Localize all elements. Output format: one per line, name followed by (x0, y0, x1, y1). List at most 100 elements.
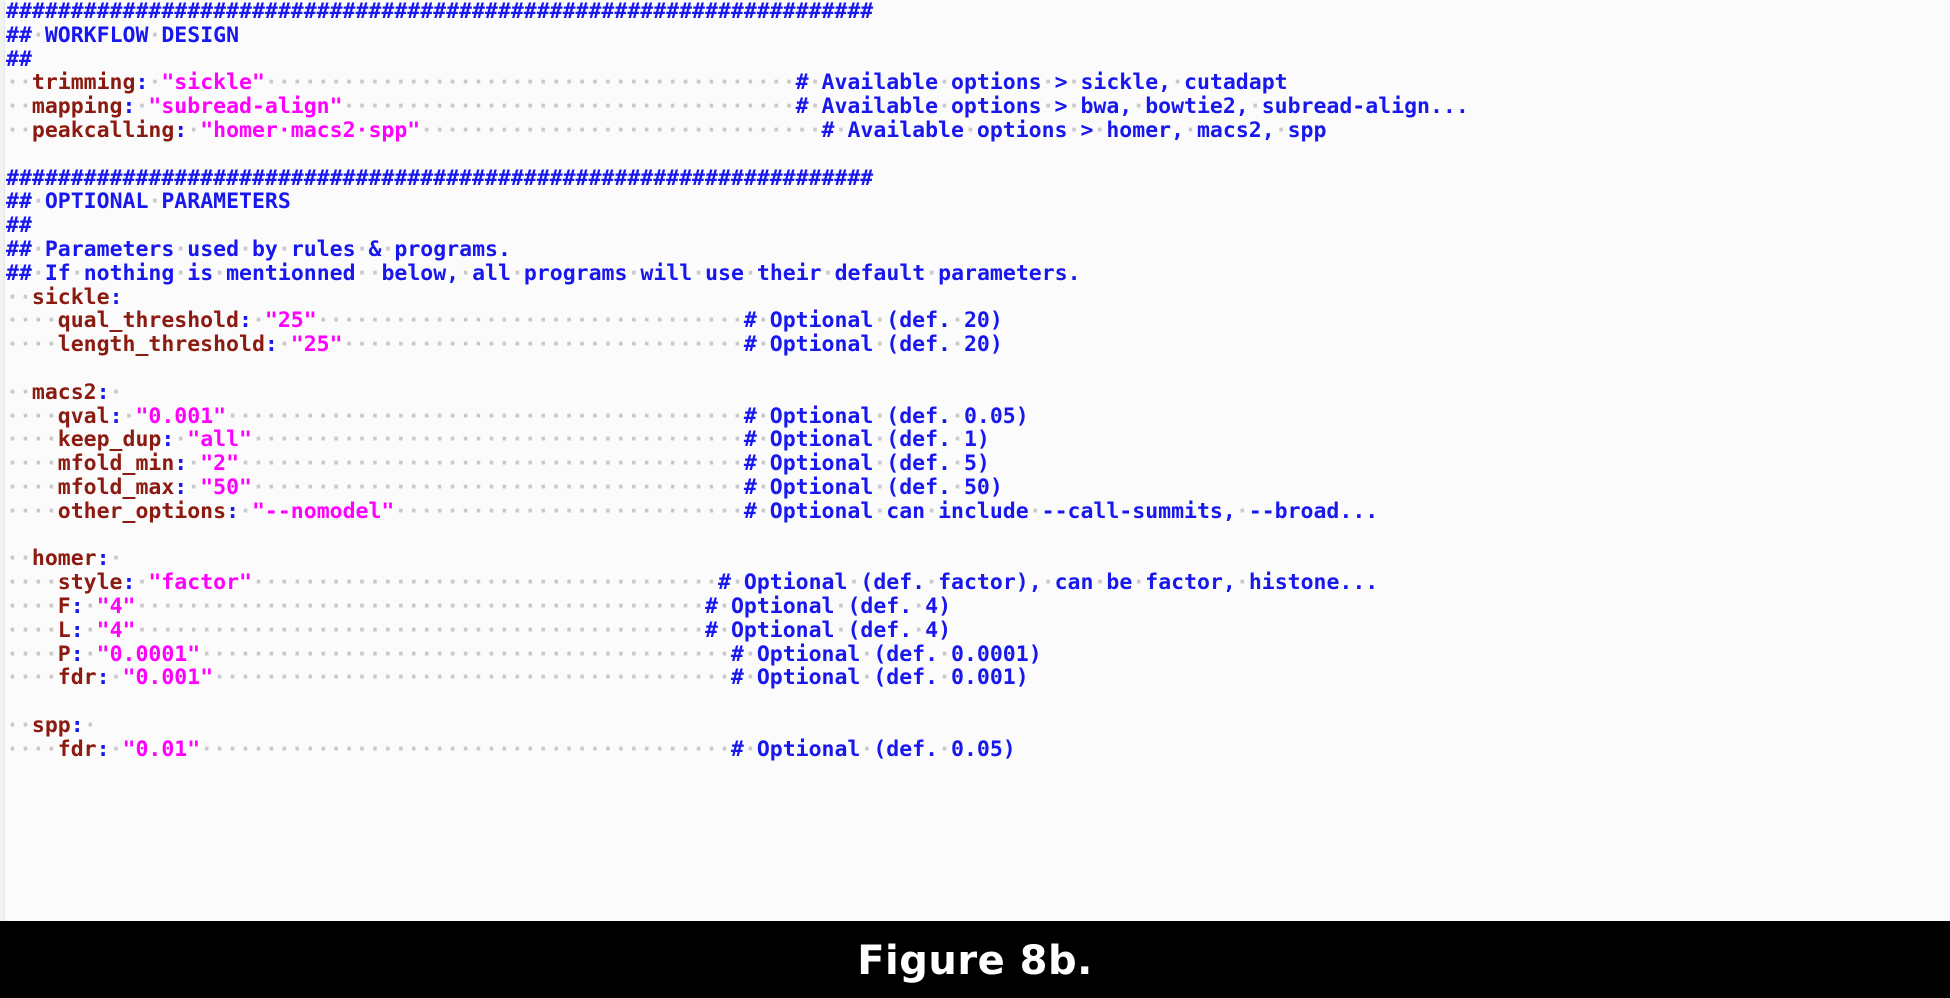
comment-token: OPTIONAL (44, 189, 149, 215)
code-line-workflow-design-header: ##·WORKFLOW·DESIGN (6, 22, 1469, 48)
whitespace-dots: · (174, 260, 188, 286)
colon-token: : (96, 546, 110, 572)
colon-token: : (109, 403, 123, 429)
comment-token: --broad... (1248, 498, 1379, 524)
comment-token: (def. (886, 403, 951, 429)
whitespace-dots: ···· (6, 498, 58, 524)
yaml-key-token: macs2 (31, 379, 97, 405)
yaml-key-token: mfold_max (57, 474, 175, 500)
whitespace-dots: · (1041, 70, 1055, 96)
comment-token: (def. (886, 308, 951, 334)
comment-token: used (187, 236, 240, 262)
whitespace-dots: ································· (316, 308, 744, 334)
whitespace-dots: · (1171, 70, 1185, 96)
colon-token: : (174, 117, 188, 143)
comment-token: # (705, 593, 718, 619)
yaml-key-token: P (57, 641, 71, 667)
whitespace-dots: · (873, 332, 887, 358)
whitespace-dots: ·· (6, 546, 32, 572)
comment-token: histone... (1248, 570, 1379, 596)
comment-token: # (730, 665, 744, 691)
comment-token: ## (6, 260, 32, 286)
code-editor-pane[interactable]: ########################################… (0, 0, 1950, 924)
comment-token: (def. (860, 570, 926, 596)
whitespace-dots: · (31, 22, 45, 48)
comment-token: # (717, 570, 731, 596)
whitespace-dots: · (1093, 117, 1107, 143)
whitespace-dots: · (31, 260, 45, 286)
whitespace-dots: · (1132, 570, 1146, 596)
comment-token: cutadapt (1184, 70, 1288, 96)
whitespace-dots: ·· (6, 712, 32, 738)
comment-token: options (950, 94, 1042, 120)
whitespace-dots: · (938, 736, 952, 762)
yaml-key-token: mfold_min (57, 451, 175, 477)
comment-token: below, (381, 260, 460, 286)
whitespace-dots: · (938, 665, 952, 691)
code-line-banner-2: ########################################… (6, 166, 1469, 191)
whitespace-dots: ········································… (264, 70, 796, 96)
yaml-key-token: sickle (31, 284, 110, 310)
comment-token: PARAMETERS (161, 189, 291, 215)
comment-token: be (1106, 570, 1133, 596)
whitespace-dots: ··································· (342, 94, 796, 120)
whitespace-dots: · (381, 236, 395, 262)
whitespace-dots: · (239, 236, 252, 262)
comment-token: --call-summits, (1041, 498, 1236, 524)
whitespace-dots: · (873, 308, 887, 334)
comment-token: # (743, 474, 757, 500)
comment-token: rules (290, 236, 356, 262)
whitespace-dots: · (83, 712, 97, 738)
code-line-macs2-section: ··macs2:· (6, 379, 1469, 405)
whitespace-dots: ········································… (200, 641, 731, 667)
yaml-string-token: "0.001" (135, 403, 227, 429)
colon-token: : (174, 451, 188, 477)
code-line-macs2-mfold-max: ····mfold_max:·"50"·····················… (6, 476, 1469, 500)
yaml-key-token: keep_dup (57, 427, 162, 453)
comment-token: 20) (963, 308, 1003, 334)
whitespace-dots: ·· (6, 284, 32, 310)
comment-token: spp (1287, 117, 1327, 143)
colon-token: : (109, 284, 123, 310)
whitespace-dots: ·· (6, 94, 32, 120)
comment-token: ## (6, 189, 32, 215)
yaml-string-token: "0.001" (122, 665, 214, 691)
figure-caption-label: Figure 8b. (857, 938, 1093, 984)
comment-token: factor), (938, 570, 1042, 596)
comment-token: bowtie2, (1145, 94, 1249, 120)
whitespace-dots: · (963, 117, 977, 143)
yaml-string-token: "0.01" (122, 736, 201, 762)
whitespace-dots: · (1041, 94, 1055, 120)
whitespace-dots: · (873, 474, 887, 500)
code-line-spp-section: ··spp:· (6, 714, 1469, 738)
comment-token: Optional (769, 427, 874, 453)
code-line-sickle-length-threshold: ····length_threshold:·"25"··············… (6, 333, 1469, 357)
comment-token: 20) (963, 332, 1003, 358)
code-line-blank-3 (6, 524, 1469, 548)
whitespace-dots: ···· (6, 427, 58, 453)
comment-token: can (1054, 570, 1094, 596)
whitespace-dots: · (277, 236, 291, 262)
colon-token: : (96, 379, 110, 405)
comment-token: Optional (743, 570, 848, 596)
whitespace-dots: · (251, 308, 265, 334)
yaml-config-text[interactable]: ########################################… (6, 0, 1469, 762)
whitespace-dots: ········································… (135, 593, 706, 619)
whitespace-dots: · (148, 22, 162, 48)
comment-token: include (938, 498, 1029, 524)
whitespace-dots: ······························· (342, 332, 744, 358)
code-line-blank-1 (6, 143, 1469, 167)
colon-token: : (161, 427, 175, 453)
comment-token: # (795, 70, 809, 96)
whitespace-dots: ···································· (251, 570, 718, 596)
code-line-optional-parameters-header: ##·OPTIONAL·PARAMETERS (6, 190, 1469, 214)
yaml-key-token: spp (31, 712, 71, 738)
comment-token: programs. (394, 236, 511, 262)
comment-token: by (251, 236, 278, 262)
colon-token: : (70, 617, 84, 643)
figure-caption-bar: Figure 8b. (0, 924, 1950, 998)
comment-token: 0.05) (951, 736, 1016, 762)
comment-token: # (743, 498, 757, 524)
code-line-macs2-qval: ····qval:·"0.001"·······················… (6, 403, 1469, 429)
code-line-sickle-section: ··sickle: (6, 284, 1469, 310)
